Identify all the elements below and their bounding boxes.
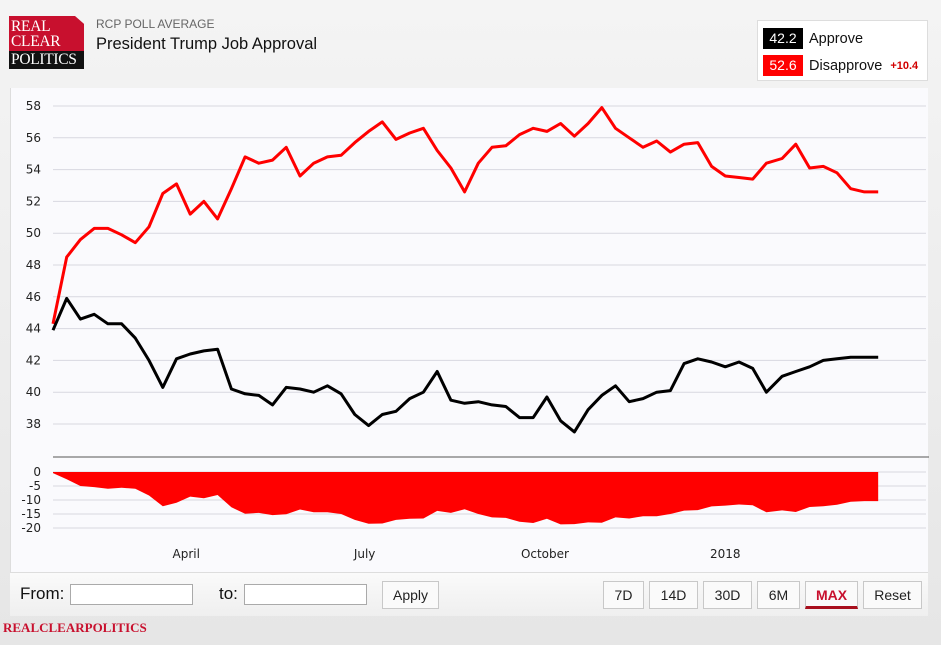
subtitle: RCP POLL AVERAGE [96, 17, 215, 31]
header: REAL CLEAR POLITICS RCP POLL AVERAGE Pre… [0, 0, 941, 88]
spread-value: +10.4 [890, 59, 919, 72]
spread-area [53, 472, 879, 525]
reset-button[interactable]: Reset [863, 581, 922, 609]
y-tick-label: 56 [26, 131, 41, 145]
page-title: President Trump Job Approval [96, 35, 318, 53]
x-tick-label: July [353, 547, 376, 561]
footer-brand[interactable]: REALCLEARPOLITICS [3, 620, 147, 636]
y-tick-label: 58 [26, 99, 41, 113]
to-label: to: [219, 584, 238, 603]
to-date-input[interactable] [244, 584, 367, 605]
y-tick-label: 38 [26, 417, 41, 431]
logo-line-politics: POLITICS [9, 51, 84, 69]
range-14d-button[interactable]: 14D [649, 581, 698, 609]
approve-label: Approve [809, 30, 864, 47]
range-6m-button[interactable]: 6M [757, 581, 800, 609]
range-max-button[interactable]: MAX [805, 581, 858, 609]
legend-approve: 42.2 Approve [763, 28, 863, 49]
range-30d-button[interactable]: 30D [703, 581, 752, 609]
approve-value-badge: 42.2 [763, 28, 803, 49]
legend-disapprove: 52.6 Disapprove +10.4 [763, 55, 918, 76]
from-date-input[interactable] [70, 584, 193, 605]
y-tick-label: 40 [26, 385, 41, 399]
y-tick-label: 44 [26, 322, 41, 336]
rcp-poll-widget: REAL CLEAR POLITICS RCP POLL AVERAGE Pre… [0, 0, 941, 645]
range-7d-button[interactable]: 7D [603, 581, 644, 609]
logo-line-real: REAL [11, 18, 51, 35]
disapprove-value-badge: 52.6 [763, 55, 803, 76]
x-tick-label: April [173, 547, 200, 561]
logo-red-block: REAL CLEAR [9, 16, 84, 52]
y-tick-label: 52 [26, 194, 41, 208]
series-line-approve [51, 296, 879, 434]
y-tick-label: 42 [26, 353, 41, 367]
date-controls: From: to: Apply 7D 14D 30D 6M MAX Reset [10, 572, 928, 616]
spread-y-tick-label: -15 [21, 507, 41, 521]
apply-button[interactable]: Apply [382, 581, 439, 609]
x-tick-label: 2018 [710, 547, 741, 561]
disapprove-label: Disapprove [809, 57, 883, 74]
spread-y-tick-label: -10 [21, 493, 41, 507]
series-lines [51, 106, 879, 434]
chart-svg[interactable]: 38 40 42 44 46 48 50 52 54 56 58 0-5-10-15-20 Apri… [11, 88, 929, 572]
spread-y-tick-label: -5 [29, 479, 41, 493]
y-tick-label: 54 [26, 163, 41, 177]
logo-line-clear: CLEAR [11, 33, 61, 50]
spread-area-group [53, 472, 879, 525]
from-label: From: [20, 584, 65, 603]
y-tick-label: 46 [26, 290, 41, 304]
series-line-disapprove [51, 106, 879, 325]
y-tick-label: 50 [26, 226, 41, 240]
y-tick-label: 48 [26, 258, 41, 272]
chart-area: 38 40 42 44 46 48 50 52 54 56 58 0 -5 -10 -15 -20 Apri… [10, 88, 929, 572]
legend: 42.2 Approve 52.6 Disapprove +10.4 [757, 20, 928, 81]
spread-y-tick-label: -20 [21, 521, 41, 535]
x-axis-labels: April July October 2018 [173, 547, 741, 561]
spread-y-tick-label: 0 [33, 465, 41, 479]
rcp-logo[interactable]: REAL CLEAR POLITICS [9, 16, 84, 69]
x-tick-label: October [521, 547, 569, 561]
